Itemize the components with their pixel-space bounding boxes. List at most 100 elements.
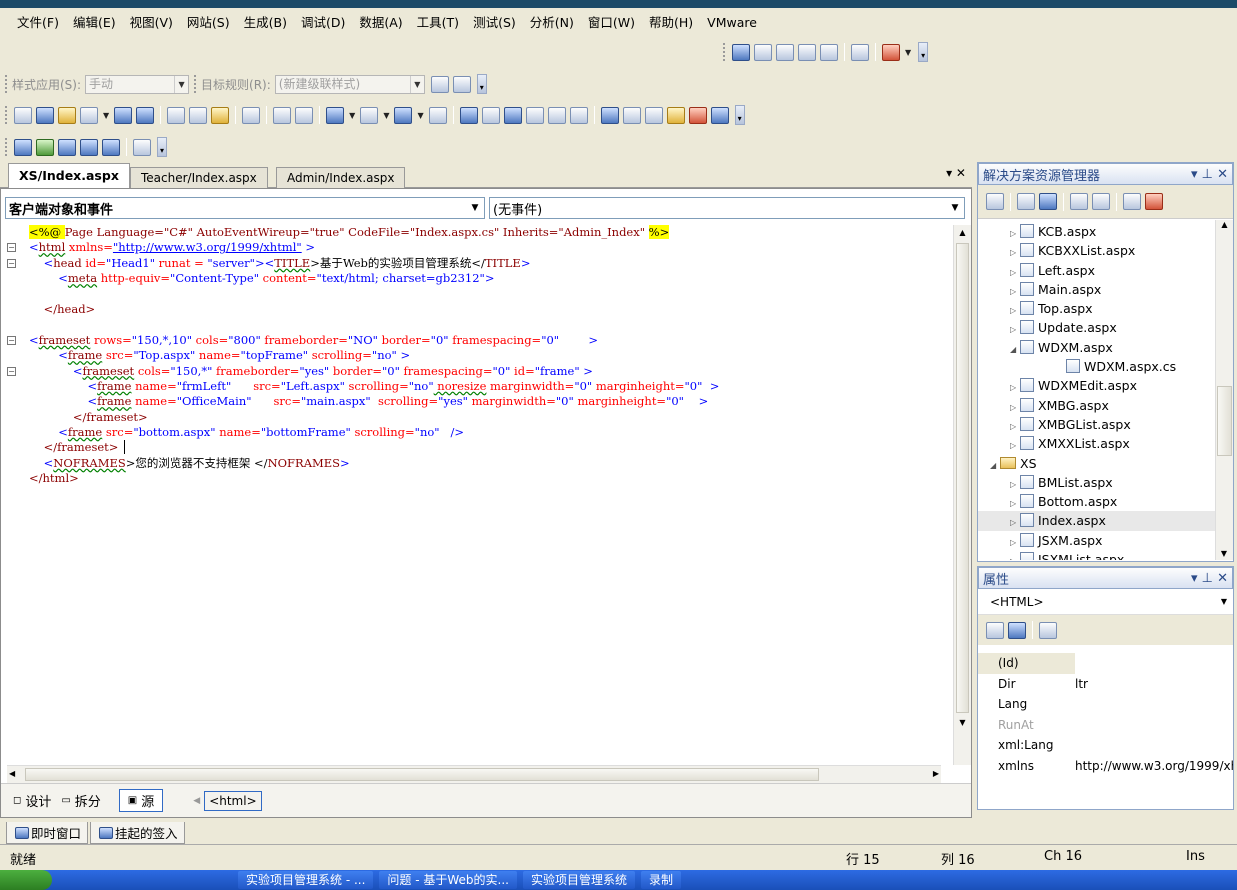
tree-item[interactable]: WDXM.aspx.cs — [978, 357, 1216, 376]
window-icon[interactable] — [754, 43, 772, 61]
properties-icon[interactable] — [986, 193, 1004, 210]
menu-help[interactable]: 帮助(H) — [642, 12, 700, 34]
view-designer-icon[interactable] — [1092, 193, 1110, 210]
expand-icon[interactable]: ▷ — [1010, 533, 1020, 552]
step-over-icon[interactable] — [547, 106, 566, 124]
delete-row-icon[interactable] — [80, 138, 98, 156]
tab-pending-checkins[interactable]: 挂起的签入 — [90, 822, 185, 844]
property-value[interactable] — [1075, 735, 1233, 756]
redo-icon[interactable] — [360, 106, 379, 124]
refresh-icon[interactable] — [1017, 193, 1035, 210]
tab-immediate-window[interactable]: 即时窗口 — [6, 822, 89, 844]
menu-analyze[interactable]: 分析(N) — [523, 12, 581, 34]
tree-item[interactable]: ▷ BMList.aspx — [978, 473, 1216, 492]
expand-icon[interactable]: ▷ — [1010, 224, 1020, 243]
property-value[interactable] — [1075, 694, 1233, 715]
new-website-icon[interactable] — [36, 106, 54, 124]
code-text-area[interactable]: <%@ Page Language="C#" AutoEventWireup="… — [7, 225, 941, 765]
cut-icon[interactable] — [167, 106, 186, 124]
breadcrumb-html[interactable]: <html> — [204, 790, 262, 811]
asp-config-icon[interactable] — [1145, 193, 1163, 210]
expand-icon[interactable]: ▷ — [1010, 436, 1020, 455]
menu-build[interactable]: 生成(B) — [237, 12, 294, 34]
source-view-button[interactable]: ▣ 源 — [118, 789, 164, 812]
validate-icon[interactable] — [851, 43, 869, 61]
start-button[interactable] — [0, 870, 52, 890]
taskbar-item-question[interactable]: 问题 - 基于Web的实... — [379, 871, 517, 889]
toolbar-grip[interactable] — [723, 43, 726, 61]
tree-item[interactable]: ▷ JSXM.aspx — [978, 531, 1216, 550]
property-row[interactable]: xmlns http://www.w3.org/1999/xhtml — [978, 756, 1233, 777]
scroll-left-icon[interactable]: ◀ — [9, 769, 15, 778]
expand-icon[interactable]: ▷ — [1010, 494, 1020, 513]
expand-icon[interactable]: ◢ — [1010, 340, 1020, 359]
tree-item[interactable]: ▷ KCBXXList.aspx — [978, 241, 1216, 260]
menu-test[interactable]: 测试(S) — [466, 12, 523, 34]
uncomment-icon[interactable] — [295, 106, 314, 124]
step-into-icon[interactable] — [525, 106, 544, 124]
scroll-thumb[interactable] — [1217, 386, 1232, 456]
editor-horizontal-scrollbar[interactable]: ◀ ▶ — [7, 765, 941, 783]
categorized-icon[interactable] — [986, 621, 1004, 639]
paste-icon[interactable] — [211, 106, 230, 124]
pane-controls-icon[interactable]: ▾ ⊥ ✕ — [1191, 167, 1228, 182]
collapse-icon[interactable]: − — [7, 243, 16, 253]
toolbar-grip[interactable] — [5, 138, 8, 156]
stop-icon[interactable] — [503, 106, 522, 124]
nest-files-icon[interactable] — [1039, 193, 1057, 210]
style-apply-combo[interactable]: 手动 ▼ — [85, 74, 190, 94]
scroll-up-icon[interactable]: ▲ — [954, 225, 971, 241]
expand-icon[interactable]: ▷ — [1010, 282, 1020, 301]
expand-icon[interactable]: ▷ — [1010, 513, 1020, 532]
design-view-button[interactable]: ◻ 设计 — [13, 791, 51, 810]
taskbar-item-vs[interactable]: 实验项目管理系统 - ... — [238, 871, 374, 889]
menu-data[interactable]: 数据(A) — [352, 12, 409, 34]
menu-tools[interactable]: 工具(T) — [410, 12, 466, 34]
scroll-down-icon[interactable]: ▼ — [954, 715, 971, 731]
menu-window[interactable]: 窗口(W) — [581, 12, 642, 34]
expand-icon[interactable]: ▷ — [1010, 417, 1020, 436]
start-page-icon[interactable] — [688, 106, 707, 124]
target-rule-combo[interactable]: (新建级联样式) ▼ — [274, 74, 425, 94]
view-code-icon[interactable] — [1070, 193, 1088, 210]
scroll-thumb[interactable] — [25, 768, 819, 781]
breadcrumb-left-icon[interactable]: ◀ — [193, 796, 200, 806]
tab-teacher-index[interactable]: Teacher/Index.aspx — [130, 167, 268, 188]
menu-debug[interactable]: 调试(D) — [294, 12, 352, 34]
toolbar-grip[interactable] — [194, 75, 197, 93]
new-project-icon[interactable] — [14, 106, 32, 124]
expand-icon[interactable]: ▷ — [1010, 475, 1020, 494]
tree-item[interactable]: ▷ KCB.aspx — [978, 222, 1216, 241]
taskbar-item-record[interactable]: 录制 — [641, 871, 682, 889]
scroll-up-icon[interactable]: ▲ — [1216, 220, 1233, 234]
tree-item[interactable]: ▷ Bottom.aspx — [978, 492, 1216, 511]
pause-icon[interactable] — [481, 106, 500, 124]
expand-icon[interactable]: ▷ — [1010, 378, 1020, 397]
expand-icon[interactable]: ▷ — [1010, 398, 1020, 417]
property-row[interactable]: RunAt — [978, 715, 1233, 736]
tree-item[interactable]: ▷ WDXMEdit.aspx — [978, 376, 1216, 395]
collapse-icon[interactable]: − — [7, 366, 16, 376]
merge-cells-icon[interactable] — [102, 138, 120, 156]
insert-column-icon[interactable] — [58, 138, 76, 156]
undo-icon[interactable] — [326, 106, 345, 124]
chevron-down-icon[interactable]: ▼ — [417, 111, 423, 120]
tree-item[interactable]: ▷ Top.aspx — [978, 299, 1216, 318]
object-browser-icon[interactable] — [644, 106, 663, 124]
tree-item[interactable]: ▷ Left.aspx — [978, 261, 1216, 280]
chevron-down-icon[interactable]: ▼ — [905, 48, 911, 57]
solution-explorer-icon[interactable] — [600, 106, 619, 124]
tree-item[interactable]: ◢ XS — [978, 454, 1216, 473]
toolbar-overflow-icon[interactable]: ▾ — [157, 137, 167, 157]
insert-table-icon[interactable] — [14, 138, 32, 156]
class-view-icon[interactable] — [710, 106, 729, 124]
apply-style-icon[interactable] — [430, 75, 449, 93]
tree-item[interactable]: ▷ XMBGList.aspx — [978, 415, 1216, 434]
editor-vertical-scrollbar[interactable]: ▲ ▼ — [953, 225, 971, 765]
alphabetical-icon[interactable] — [1008, 621, 1026, 639]
client-objects-combo[interactable]: 客户端对象和事件 ▼ — [5, 197, 485, 219]
save-all-icon[interactable] — [136, 106, 155, 124]
property-value[interactable]: ltr — [1075, 674, 1233, 695]
resize-icon[interactable] — [133, 138, 151, 156]
tree-item[interactable]: ▷ Update.aspx — [978, 318, 1216, 337]
